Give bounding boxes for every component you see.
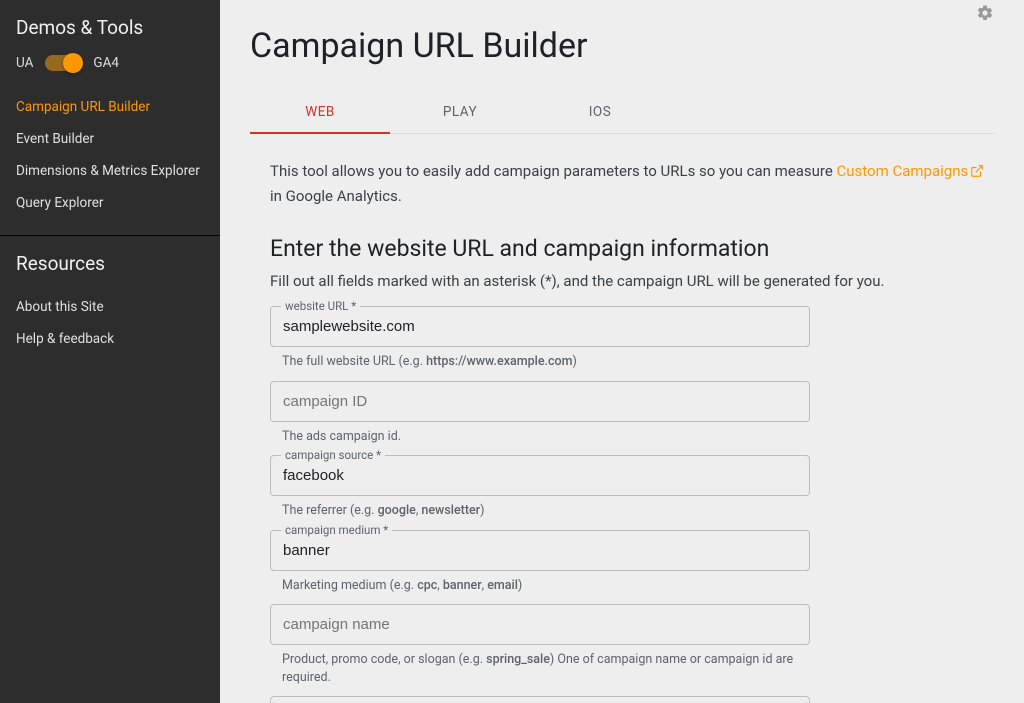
campaign-medium-field-wrap: campaign medium *	[270, 530, 810, 571]
section-subtext: Fill out all fields marked with an aster…	[270, 272, 994, 290]
intro-text: This tool allows you to easily add campa…	[270, 160, 994, 207]
tab-web[interactable]: WEB	[250, 92, 390, 133]
ua-ga4-toggle[interactable]	[45, 55, 81, 71]
nav-help-feedback[interactable]: Help & feedback	[16, 323, 204, 355]
campaign-name-input[interactable]	[271, 605, 809, 644]
nav-query-explorer[interactable]: Query Explorer	[16, 187, 204, 219]
campaign-id-helper: The ads campaign id.	[282, 428, 810, 446]
nav-event-builder[interactable]: Event Builder	[16, 123, 204, 155]
intro-suffix: in Google Analytics.	[270, 187, 402, 205]
main-content: Campaign URL Builder WEB PLAY IOS This t…	[220, 0, 1024, 703]
toggle-label-ua: UA	[16, 55, 33, 71]
nav-campaign-url-builder[interactable]: Campaign URL Builder	[16, 91, 204, 123]
sidebar-heading-resources: Resources	[16, 252, 204, 275]
campaign-name-helper: Product, promo code, or slogan (e.g. spr…	[282, 651, 810, 686]
platform-tabs: WEB PLAY IOS	[250, 92, 994, 134]
custom-campaigns-link[interactable]: Custom Campaigns	[837, 162, 985, 180]
website-url-label: website URL *	[281, 299, 360, 313]
tools-nav: Campaign URL Builder Event Builder Dimen…	[16, 91, 204, 219]
website-url-field-wrap: website URL *	[270, 306, 810, 347]
website-url-helper: The full website URL (e.g. https://www.e…	[282, 353, 810, 371]
external-link-icon	[970, 162, 984, 185]
page-title: Campaign URL Builder	[250, 26, 994, 66]
section-title: Enter the website URL and campaign infor…	[270, 235, 994, 262]
campaign-source-label: campaign source *	[281, 448, 385, 462]
campaign-source-helper: The referrer (e.g. google, newsletter)	[282, 502, 810, 520]
campaign-term-input[interactable]	[271, 697, 809, 703]
settings-icon[interactable]	[976, 4, 994, 26]
url-form: website URL * The full website URL (e.g.…	[270, 306, 810, 703]
campaign-medium-label: campaign medium *	[281, 523, 392, 537]
resources-nav: About this Site Help & feedback	[16, 291, 204, 355]
sidebar-heading-tools: Demos & Tools	[16, 16, 204, 39]
intro-prefix: This tool allows you to easily add campa…	[270, 162, 837, 180]
campaign-name-field-wrap	[270, 604, 810, 645]
ua-ga4-toggle-row: UA GA4	[16, 55, 204, 71]
nav-dimensions-metrics-explorer[interactable]: Dimensions & Metrics Explorer	[16, 155, 204, 187]
campaign-id-field-wrap	[270, 381, 810, 422]
toggle-label-ga4: GA4	[93, 55, 119, 71]
toggle-knob	[63, 53, 83, 73]
tab-play[interactable]: PLAY	[390, 92, 530, 133]
sidebar: Demos & Tools UA GA4 Campaign URL Builde…	[0, 0, 220, 703]
campaign-medium-helper: Marketing medium (e.g. cpc, banner, emai…	[282, 577, 810, 595]
nav-about-this-site[interactable]: About this Site	[16, 291, 204, 323]
campaign-id-input[interactable]	[271, 382, 809, 421]
campaign-source-field-wrap: campaign source *	[270, 455, 810, 496]
campaign-term-field-wrap	[270, 696, 810, 703]
tab-ios[interactable]: IOS	[530, 92, 670, 133]
